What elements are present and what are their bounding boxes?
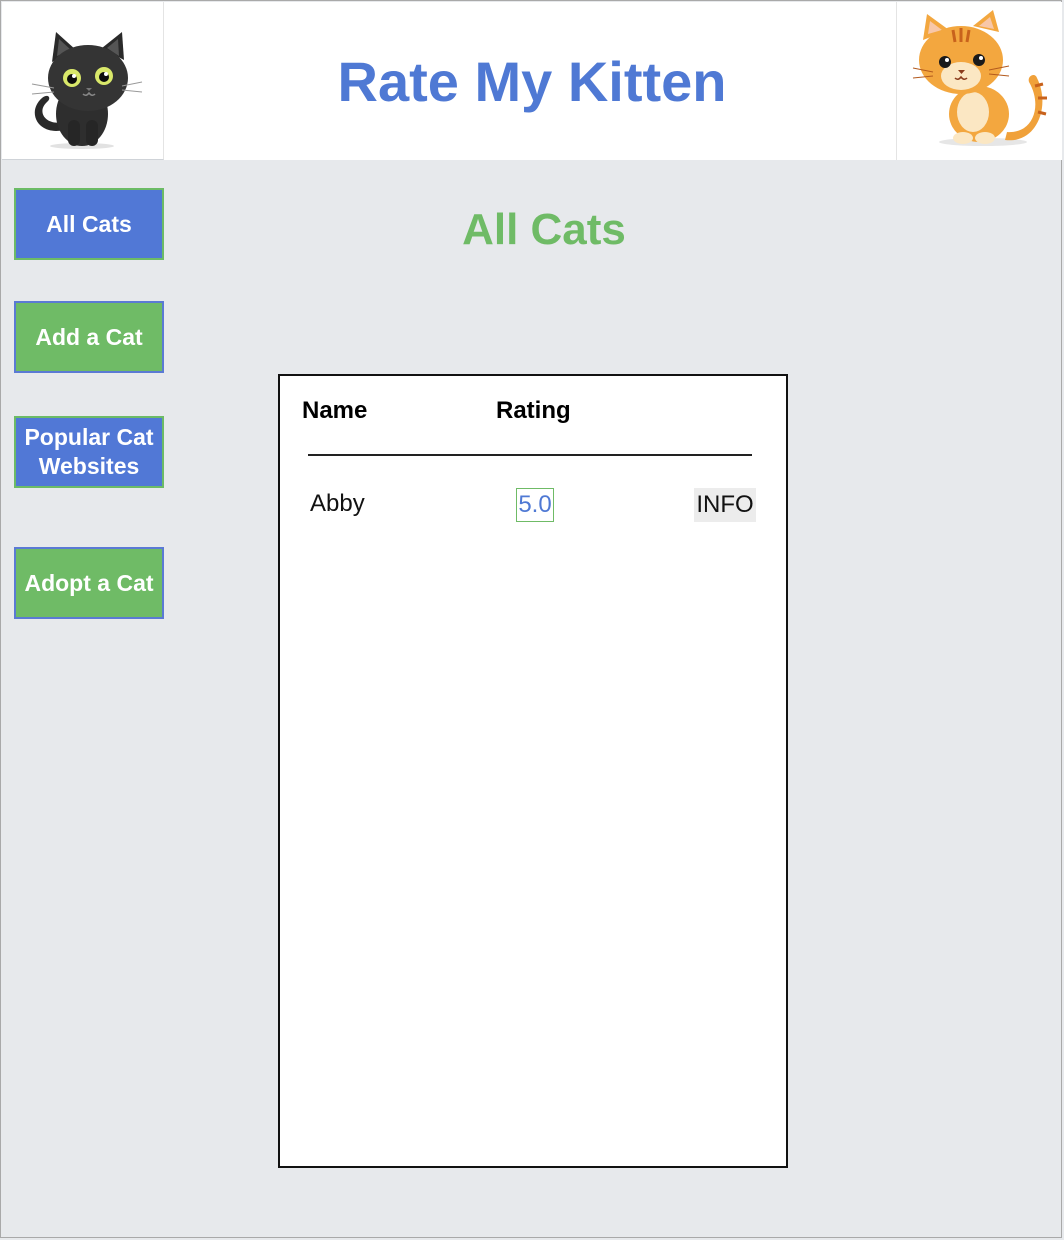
right-logo — [896, 2, 1062, 160]
cat-rating-cell[interactable]: 5.0 — [516, 488, 554, 522]
column-header-name: Name — [302, 397, 368, 424]
info-button[interactable]: INFO — [694, 488, 756, 522]
orange-tabby-cat-icon — [912, 10, 1047, 146]
black-cat-icon — [31, 32, 143, 149]
page-heading: All Cats — [462, 205, 626, 254]
cat-name-cell: Abby — [310, 490, 365, 517]
column-header-rating: Rating — [496, 397, 571, 424]
app-title: Rate My Kitten — [337, 50, 727, 113]
nav-add-a-cat-button[interactable]: Add a Cat — [14, 301, 164, 373]
nav-popular-cat-websites-button[interactable]: Popular Cat Websites — [14, 416, 164, 488]
header-divider — [308, 454, 752, 456]
nav-all-cats-button[interactable]: All Cats — [14, 188, 164, 260]
nav-adopt-a-cat-button[interactable]: Adopt a Cat — [14, 547, 164, 619]
cats-table: Name Rating Abby 5.0 INFO — [278, 374, 788, 1168]
left-logo — [2, 2, 164, 160]
